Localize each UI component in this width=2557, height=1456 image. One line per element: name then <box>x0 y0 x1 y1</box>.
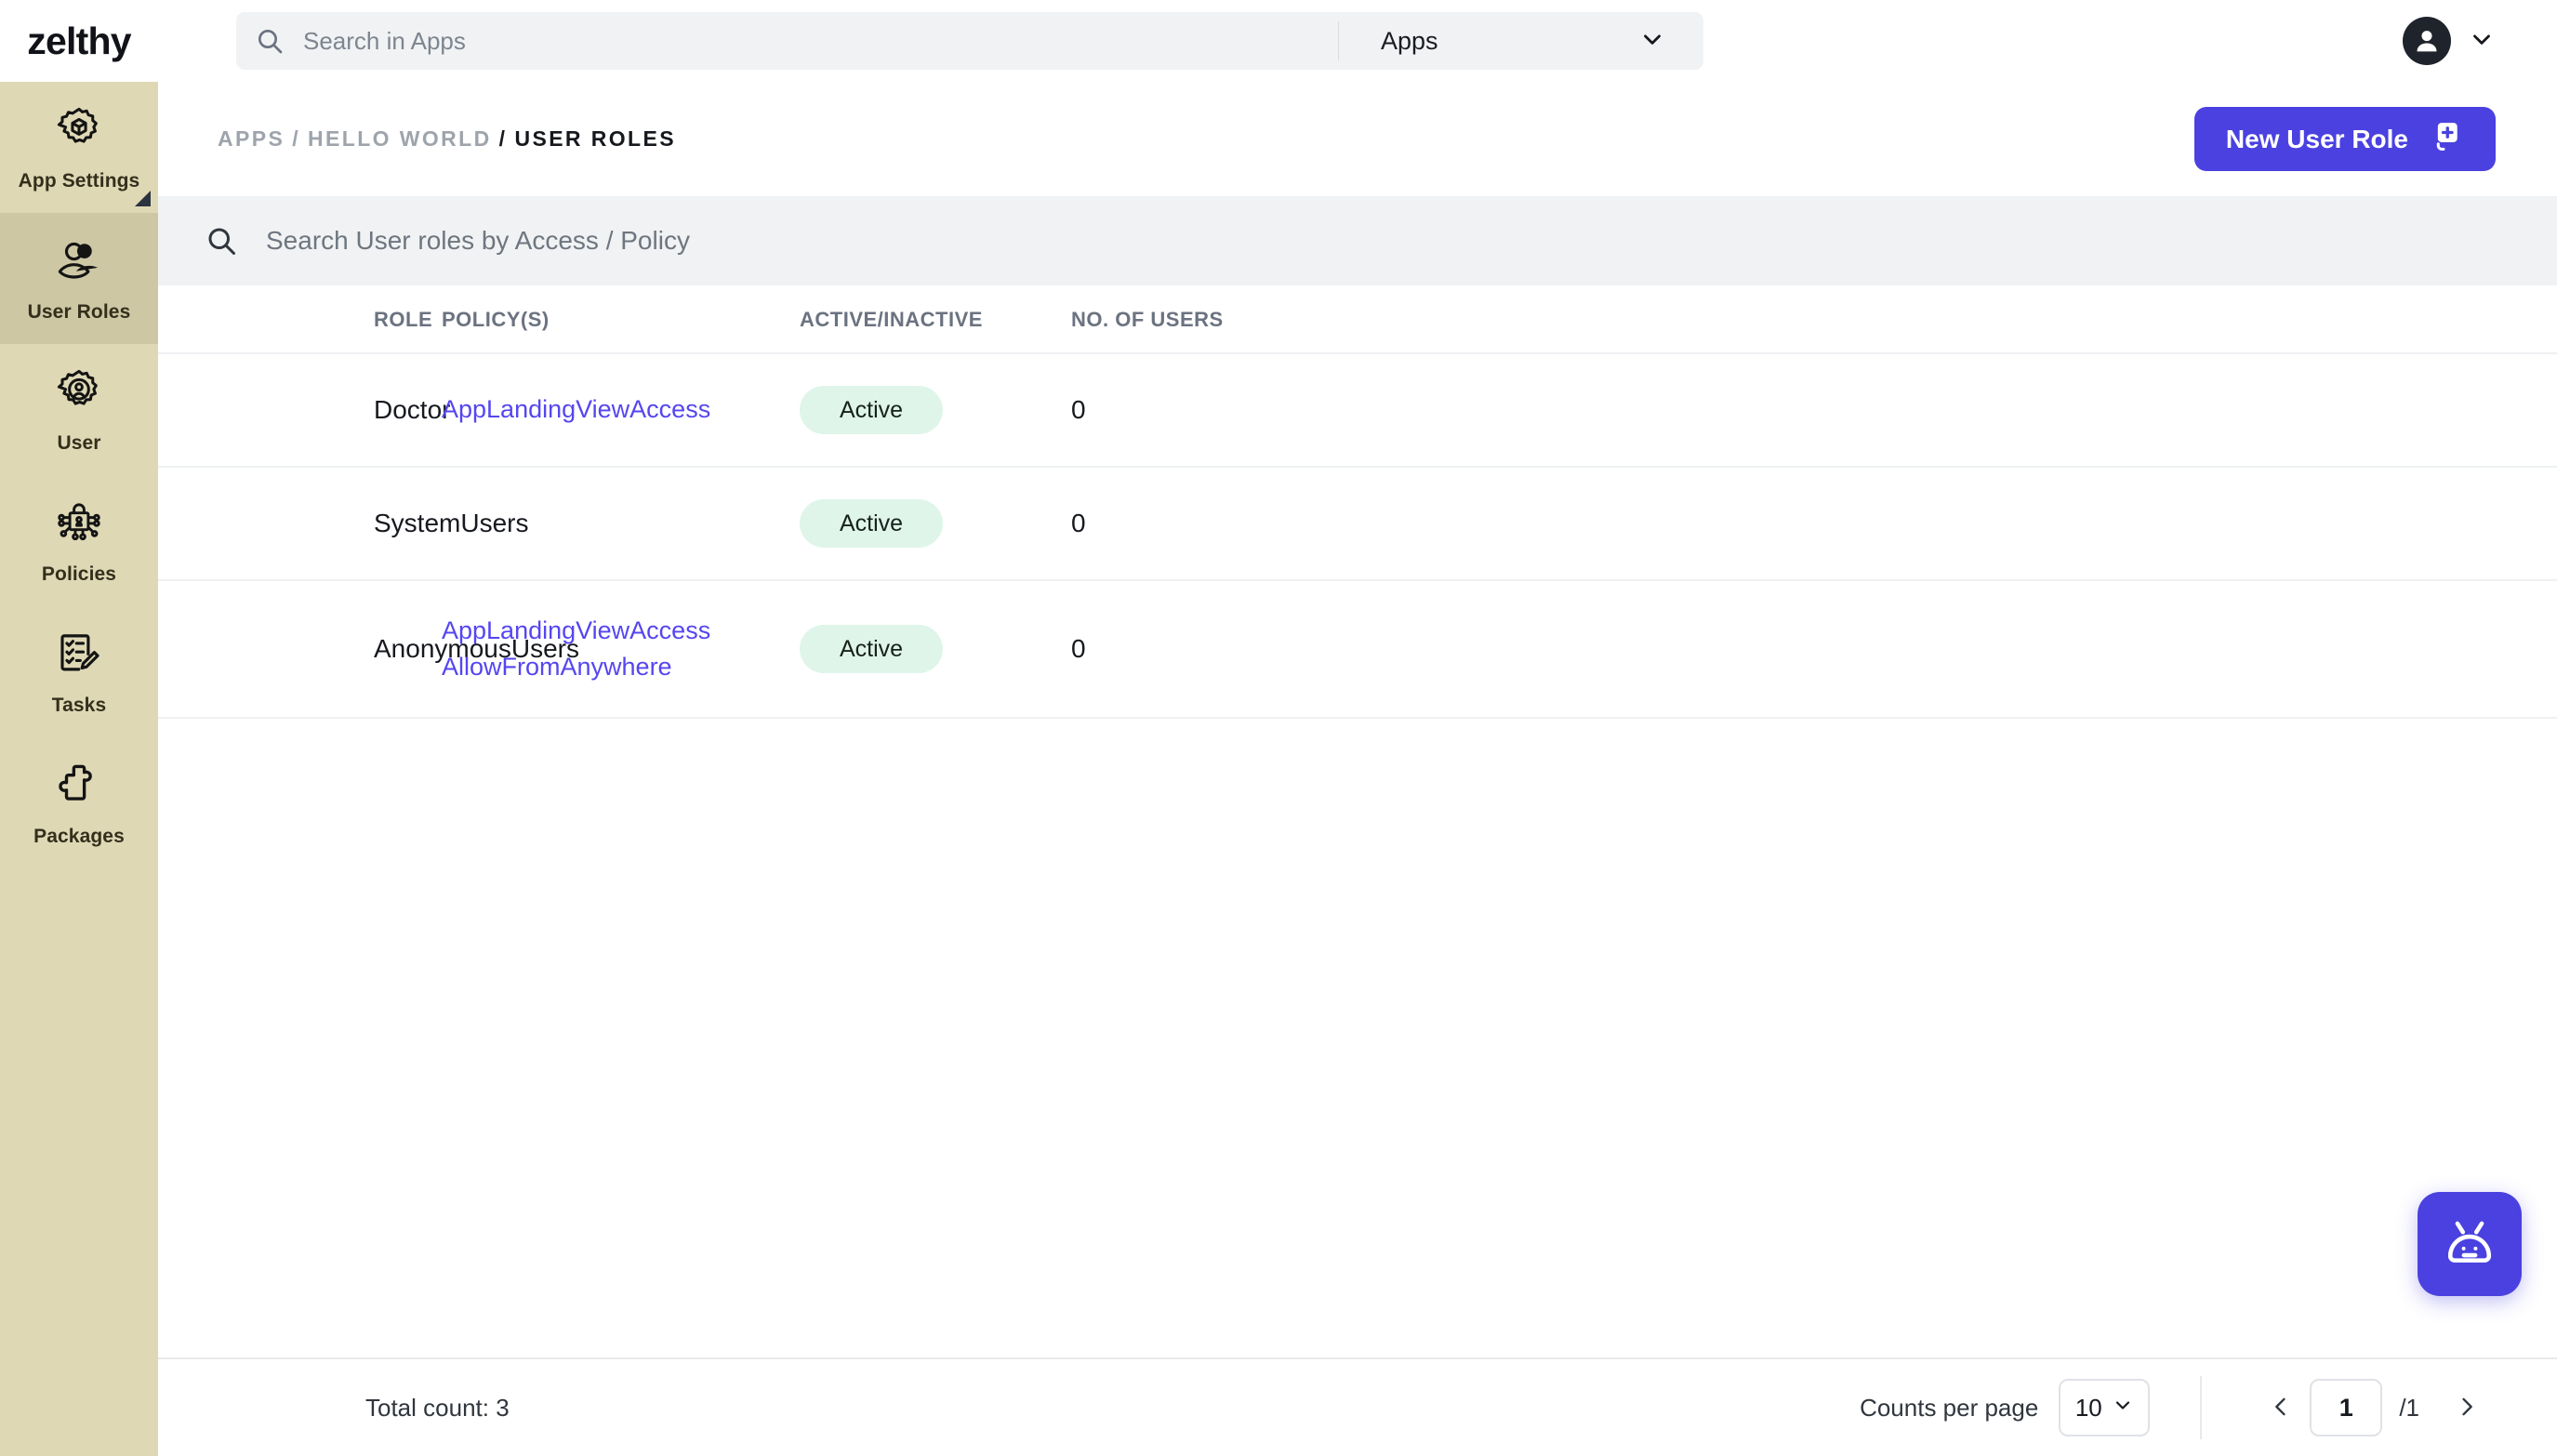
breadcrumb: APPS / HELLO WORLD / USER ROLES <box>218 126 676 152</box>
chat-bot-button[interactable] <box>2418 1192 2522 1296</box>
sidebar-item-user-roles[interactable]: User Roles <box>0 213 158 344</box>
global-search-bar[interactable]: Apps <box>236 12 1703 70</box>
cell-status: Active <box>800 580 1071 718</box>
column-header-users: NO. OF USERS <box>1071 285 1350 353</box>
gear-user-icon <box>54 366 104 421</box>
sidebar-item-label: User <box>57 432 101 454</box>
sidebar-item-policies[interactable]: Policies <box>0 475 158 606</box>
top-bar: zelthy Apps <box>0 0 2557 82</box>
table-search-bar[interactable] <box>158 196 2557 285</box>
status-badge: Active <box>800 625 943 674</box>
user-roles-table: ROLE POLICY(S) ACTIVE/INACTIVE NO. OF US… <box>158 285 2557 719</box>
chevron-right-icon <box>2454 1394 2480 1423</box>
table-head: ROLE POLICY(S) ACTIVE/INACTIVE NO. OF US… <box>158 285 2557 353</box>
sidebar-item-user[interactable]: User <box>0 344 158 475</box>
sidebar-active-marker-icon <box>135 191 151 206</box>
sidebar-item-label: Packages <box>33 826 125 847</box>
checklist-pencil-icon <box>54 629 104 683</box>
avatar-chevron-down-icon[interactable] <box>2468 25 2496 58</box>
policy-link[interactable]: AllowFromAnywhere <box>442 649 800 685</box>
brand-logo-text: zelthy <box>27 19 131 62</box>
table-row[interactable]: Doctor AppLandingViewAccess Active 0 <box>158 353 2557 467</box>
next-page-button[interactable] <box>2438 1379 2496 1436</box>
add-document-icon <box>2429 118 2464 160</box>
sidebar-item-app-settings[interactable]: App Settings <box>0 82 158 213</box>
search-icon <box>236 26 303 56</box>
cell-policies: AppLandingViewAccess <box>442 353 800 467</box>
policy-link[interactable]: AppLandingViewAccess <box>442 613 800 649</box>
cell-spacer <box>1350 580 2557 718</box>
previous-page-button[interactable] <box>2252 1379 2310 1436</box>
sidebar-item-label: Policies <box>41 563 117 585</box>
sidebar-item-packages[interactable]: Packages <box>0 737 158 868</box>
search-icon <box>197 224 266 258</box>
counts-per-page-label: Counts per page <box>1860 1393 2039 1422</box>
sidebar-item-tasks[interactable]: Tasks <box>0 606 158 737</box>
scope-select[interactable]: Apps <box>1339 12 1703 70</box>
chat-bot-icon <box>2440 1213 2499 1276</box>
table-body: Doctor AppLandingViewAccess Active 0 Sys… <box>158 353 2557 719</box>
cell-policies: AppLandingViewAccess AllowFromAnywhere <box>442 580 800 718</box>
policy-link[interactable]: AppLandingViewAccess <box>442 391 800 428</box>
cell-status: Active <box>800 353 1071 467</box>
brand-logo[interactable]: zelthy <box>0 19 158 62</box>
cell-user-count: 0 <box>1071 634 1086 664</box>
page-header: APPS / HELLO WORLD / USER ROLES New User… <box>158 82 2557 196</box>
chevron-left-icon <box>2268 1394 2294 1423</box>
breadcrumb-item-apps[interactable]: APPS <box>218 126 285 152</box>
pagination-controls: Counts per page 10 1 /1 <box>1860 1376 2496 1439</box>
breadcrumb-separator: / <box>292 126 301 151</box>
main-content: APPS / HELLO WORLD / USER ROLES New User… <box>158 82 2557 1456</box>
chevron-down-icon <box>2112 1394 2134 1423</box>
lock-network-icon <box>54 497 104 552</box>
cell-spacer <box>1350 353 2557 467</box>
table-header-row: ROLE POLICY(S) ACTIVE/INACTIVE NO. OF US… <box>158 285 2557 353</box>
sidebar-item-label: App Settings <box>18 170 140 192</box>
status-badge: Active <box>800 499 943 548</box>
column-header-spacer <box>1350 285 2557 353</box>
global-search-input[interactable] <box>303 26 1338 56</box>
footer-divider <box>2200 1376 2203 1439</box>
body: App Settings User Roles User Policies Ta… <box>0 82 2557 1456</box>
column-header-status: ACTIVE/INACTIVE <box>800 285 1071 353</box>
sidebar-item-label: Tasks <box>51 695 107 716</box>
cell-role: SystemUsers <box>374 509 529 537</box>
current-page-input[interactable]: 1 <box>2310 1379 2383 1436</box>
column-header-policy: POLICY(S) <box>442 285 800 353</box>
sidebar: App Settings User Roles User Policies Ta… <box>0 82 158 1456</box>
counts-per-page-select[interactable]: 10 <box>2059 1379 2151 1436</box>
pager: 1 /1 <box>2252 1379 2496 1436</box>
chevron-down-icon <box>1638 25 1666 58</box>
user-roles-table-container: ROLE POLICY(S) ACTIVE/INACTIVE NO. OF US… <box>158 285 2557 1357</box>
cell-role: Doctor <box>374 395 451 424</box>
cell-status: Active <box>800 467 1071 580</box>
table-footer: Total count: 3 Counts per page 10 1 /1 <box>158 1357 2557 1456</box>
table-row[interactable]: AnonymousUsers AppLandingViewAccess Allo… <box>158 580 2557 719</box>
avatar[interactable] <box>2403 17 2451 65</box>
new-user-role-button[interactable]: New User Role <box>2193 107 2496 171</box>
cell-user-count: 0 <box>1071 509 1086 537</box>
total-count-label: Total count: 3 <box>365 1393 510 1422</box>
cell-user-count: 0 <box>1071 395 1086 424</box>
breadcrumb-item-user-roles: USER ROLES <box>514 126 676 151</box>
cell-spacer <box>1350 467 2557 580</box>
counts-per-page-value: 10 <box>2074 1393 2102 1422</box>
column-header-role: ROLE <box>158 285 442 353</box>
table-row[interactable]: SystemUsers Active 0 <box>158 467 2557 580</box>
topbar-right <box>2403 17 2557 65</box>
status-badge: Active <box>800 386 943 434</box>
breadcrumb-separator: / <box>498 126 508 151</box>
users-icon <box>54 235 104 290</box>
scope-select-label: Apps <box>1381 26 1438 55</box>
total-pages-label: /1 <box>2399 1393 2419 1422</box>
table-search-input[interactable] <box>266 226 2557 256</box>
gear-cube-icon <box>54 104 104 159</box>
breadcrumb-item-hello-world[interactable]: HELLO WORLD <box>308 126 492 152</box>
puzzle-piece-icon <box>54 760 104 814</box>
cell-role: AnonymousUsers <box>374 634 579 664</box>
sidebar-item-label: User Roles <box>27 301 131 323</box>
new-user-role-button-label: New User Role <box>2225 124 2408 153</box>
app-root: zelthy Apps <box>0 0 2557 1456</box>
